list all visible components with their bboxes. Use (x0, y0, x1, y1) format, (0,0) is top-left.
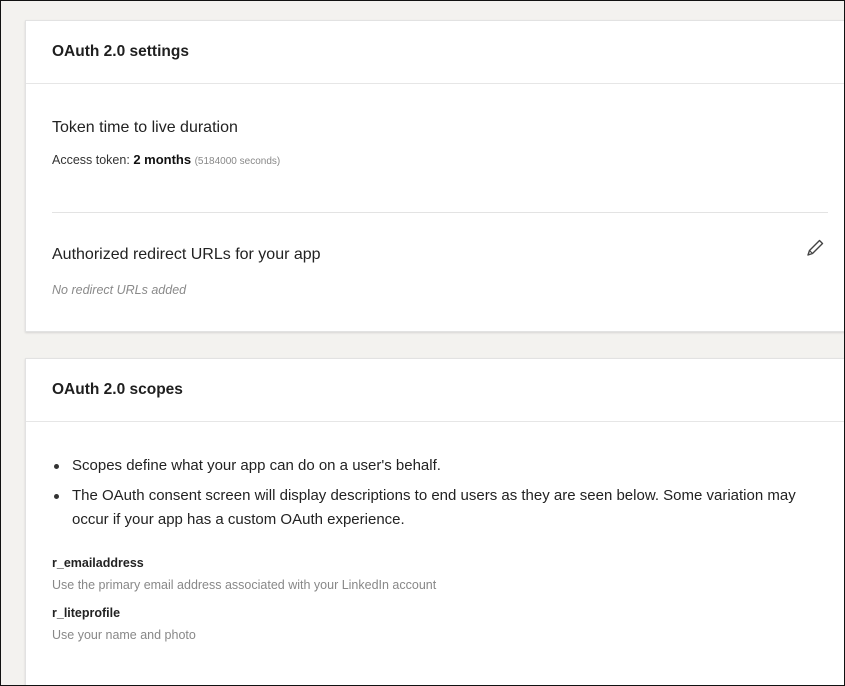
oauth-settings-card: OAuth 2.0 settings Token time to live du… (25, 20, 844, 332)
bullet-text: Scopes define what your app can do on a … (72, 457, 441, 474)
redirect-urls-section: Authorized redirect URLs for your app No… (26, 213, 844, 297)
scopes-info-list: Scopes define what your app can do on a … (52, 454, 826, 532)
scope-item-liteprofile: r_liteprofile Use your name and photo (52, 606, 826, 642)
list-item: The OAuth consent screen will display de… (52, 484, 826, 532)
bullet-icon (54, 494, 59, 499)
list-item: Scopes define what your app can do on a … (52, 454, 826, 478)
scope-description: Use the primary email address associated… (52, 578, 437, 592)
edit-redirect-urls-button[interactable] (804, 237, 826, 259)
scope-name: r_liteprofile (52, 606, 121, 620)
screenshot-frame: OAuth 2.0 settings Token time to live du… (0, 0, 845, 686)
redirect-urls-empty-text: No redirect URLs added (52, 283, 187, 297)
scope-item-emailaddress: r_emailaddress Use the primary email add… (52, 556, 826, 592)
pencil-icon (807, 239, 824, 256)
bullet-text: The OAuth consent screen will display de… (72, 487, 796, 528)
oauth-scopes-header: OAuth 2.0 scopes (26, 359, 844, 422)
oauth-settings-header: OAuth 2.0 settings (26, 21, 844, 84)
scopes-info-section: Scopes define what your app can do on a … (26, 422, 844, 642)
access-token-row: Access token: 2 months (5184000 seconds) (52, 152, 844, 167)
token-ttl-section: Token time to live duration Access token… (26, 84, 844, 196)
oauth-scopes-title: OAuth 2.0 scopes (52, 381, 183, 398)
bullet-icon (54, 464, 59, 469)
redirect-urls-heading: Authorized redirect URLs for your app (52, 246, 321, 263)
access-token-seconds: (5184000 seconds) (194, 156, 281, 167)
scope-name: r_emailaddress (52, 556, 144, 570)
oauth-settings-title: OAuth 2.0 settings (52, 43, 189, 60)
oauth-scopes-card: OAuth 2.0 scopes Scopes define what your… (25, 358, 844, 685)
scope-description: Use your name and photo (52, 628, 196, 642)
access-token-value: 2 months (133, 152, 192, 167)
token-ttl-heading: Token time to live duration (52, 119, 238, 136)
access-token-label: Access token: (52, 153, 130, 167)
